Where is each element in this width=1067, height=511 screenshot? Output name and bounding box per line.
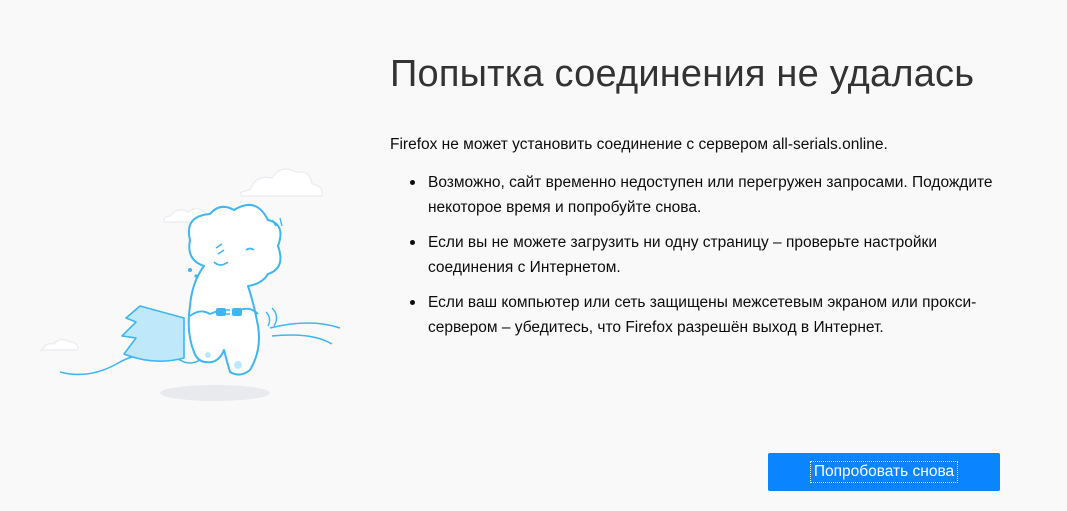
bullet-icon	[410, 300, 415, 305]
reason-text: Возможно, сайт временно недоступен или п…	[428, 174, 993, 216]
list-item: Если ваш компьютер или сеть защищены меж…	[410, 290, 1018, 340]
retry-button[interactable]: Попробовать снова	[768, 453, 1000, 491]
list-item: Если вы не можете загрузить ни одну стра…	[410, 230, 1018, 280]
list-item: Возможно, сайт временно недоступен или п…	[410, 170, 1018, 220]
reasons-list: Возможно, сайт временно недоступен или п…	[390, 170, 1030, 340]
error-content: Попытка соединения не удалась Firefox не…	[390, 48, 1030, 350]
error-page: Попытка соединения не удалась Firefox не…	[0, 0, 1067, 511]
reason-text: Если ваш компьютер или сеть защищены меж…	[428, 294, 977, 336]
bullet-icon	[410, 180, 415, 185]
page-title: Попытка соединения не удалась	[390, 53, 975, 95]
bullet-icon	[410, 240, 415, 245]
retry-button-label: Попробовать снова	[809, 461, 959, 483]
error-description: Firefox не может установить соединение с…	[390, 136, 888, 153]
disconnected-dinosaur-icon	[40, 168, 340, 401]
reason-text: Если вы не можете загрузить ни одну стра…	[428, 234, 937, 276]
